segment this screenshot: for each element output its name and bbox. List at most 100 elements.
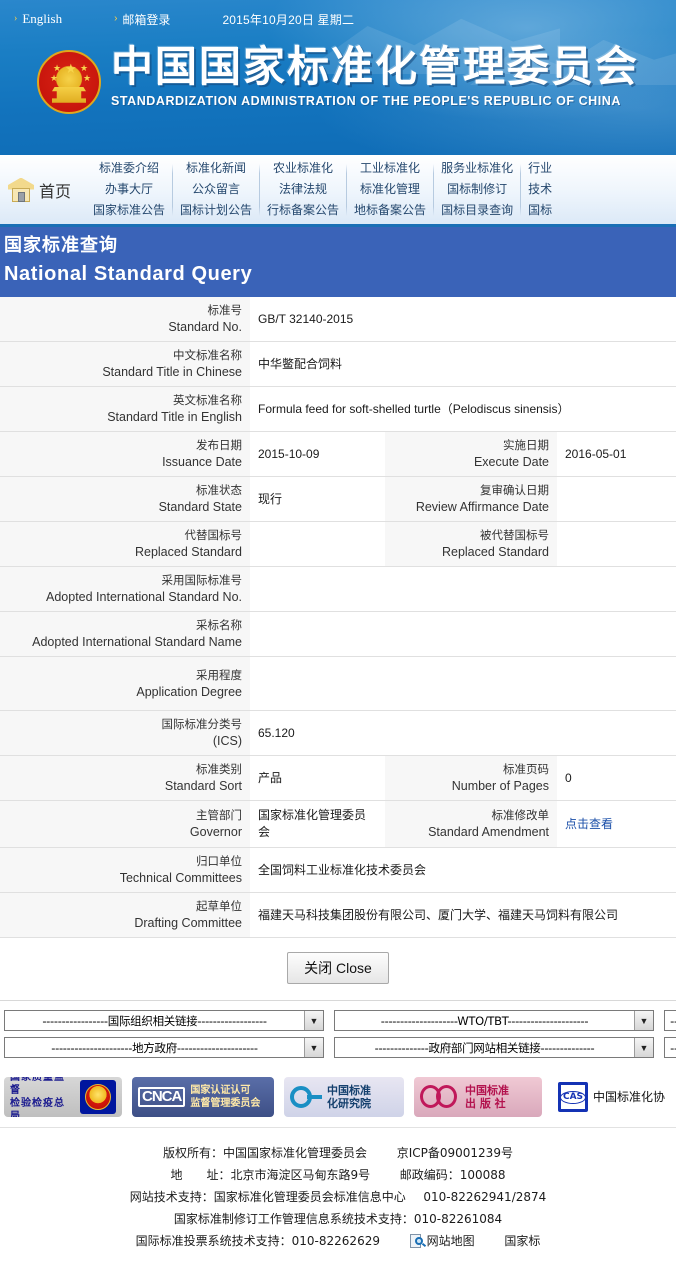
nav-column-2: 标准化新闻 公众留言 国标计划公告: [173, 161, 259, 218]
chevron-down-icon[interactable]: ▼: [304, 1038, 323, 1057]
nav-item[interactable]: 国家标准公告: [93, 203, 165, 218]
row-label-cn: 采用国际标准号: [161, 575, 243, 587]
row-label: 采标名称 Adopted International Standard Name: [0, 611, 250, 657]
nav-item[interactable]: 国标: [528, 203, 552, 218]
nav-item[interactable]: 标准化新闻: [186, 161, 246, 176]
row-label2-en: Standard Amendment: [428, 825, 549, 839]
row-label-en: (ICS): [212, 734, 242, 748]
close-button-area: 关闭 Close: [0, 938, 676, 1001]
table-row: 英文标准名称 Standard Title in English Formula…: [0, 386, 676, 432]
select-value: -----------------国际组织相关链接---------------…: [42, 1013, 267, 1028]
mail-login-link[interactable]: › 邮箱登录: [114, 11, 170, 28]
footer-copyright: 版权所有：中国国家标准化管理委员会: [163, 1146, 368, 1160]
standards-press-logo[interactable]: 中国标准 出 版 社: [414, 1077, 542, 1117]
select-local-government[interactable]: ---------------------地方政府---------------…: [4, 1037, 324, 1058]
row-label2-en: Execute Date: [473, 455, 549, 469]
nav-columns: 标准委介绍 办事大厅 国家标准公告 标准化新闻 公众留言 国标计划公告 农业标准…: [86, 161, 676, 218]
row-label-cn: 标准号: [207, 305, 243, 317]
row-label-en: Drafting Committee: [134, 916, 242, 930]
chevron-down-icon[interactable]: ▼: [634, 1011, 653, 1030]
top-utility-bar: › English › 邮箱登录 2015年10月20日 星期二: [0, 0, 676, 38]
chevron-down-icon[interactable]: ▼: [304, 1011, 323, 1030]
select-sixth-clipped[interactable]: --: [664, 1037, 676, 1058]
nav-item[interactable]: 服务业标准化: [441, 161, 513, 176]
home-icon: [8, 177, 34, 202]
table-row: 中文标准名称 Standard Title in Chinese 中华鳖配合饲料: [0, 341, 676, 387]
nav-item[interactable]: 农业标准化: [273, 161, 333, 176]
row-label2-en: Review Affirmance Date: [415, 500, 549, 514]
select-wto-tbt[interactable]: --------------------WTO/TBT-------------…: [334, 1010, 654, 1031]
nav-item[interactable]: 标准化管理: [360, 182, 420, 197]
aqsiq-emblem-icon: [80, 1080, 116, 1114]
row-label-2: 实施日期 Execute Date: [385, 431, 557, 477]
nav-item[interactable]: 国标计划公告: [180, 203, 252, 218]
standard-amendment-link[interactable]: 点击查看: [565, 817, 613, 831]
row-label-cn: 起草单位: [196, 901, 242, 913]
nav-item[interactable]: 国标制修订: [447, 182, 507, 197]
select-gov-dept-site-links[interactable]: --------------政府部门网站相关链接-------------- ▼: [334, 1037, 654, 1058]
row-label-cn: 标准状态: [196, 485, 242, 497]
row-value-2: 点击查看: [557, 800, 676, 848]
aqsiq-logo-line1: 国家质量监督: [10, 1077, 65, 1096]
nav-item[interactable]: 公众留言: [192, 182, 240, 197]
row-label-en: Adopted International Standard Name: [32, 635, 242, 649]
footer-vote-support: 国际标准投票系统技术支持：010-82262629: [135, 1234, 380, 1248]
nav-home-link[interactable]: 首页: [0, 177, 86, 202]
row-label-2: 被代替国标号 Replaced Standard: [385, 521, 557, 567]
row-value: 中华鳖配合饲料: [250, 341, 676, 387]
row-label2-cn: 标准修改单: [491, 810, 550, 822]
national-emblem-icon: ★ ★ ★ ★ ★: [36, 50, 101, 114]
page-title-cn: 国家标准查询: [4, 235, 118, 256]
row-label-en: Standard Title in Chinese: [102, 365, 242, 379]
select-row-2: ---------------------地方政府---------------…: [0, 1034, 676, 1061]
row-label-en: Replaced Standard: [134, 545, 242, 559]
arrow-right-icon: ›: [114, 13, 118, 24]
row-label-en: Standard Title in English: [107, 410, 242, 424]
row-label-en: Application Degree: [136, 684, 242, 699]
nav-item[interactable]: 标准委介绍: [99, 161, 159, 176]
sitemap-link[interactable]: 网站地图: [427, 1234, 475, 1248]
cnca-logo[interactable]: CNCA 国家认证认可 监督管理委员会: [132, 1077, 274, 1117]
footer-clipped-link[interactable]: 国家标: [504, 1234, 540, 1248]
select-international-org-links[interactable]: -----------------国际组织相关链接---------------…: [4, 1010, 324, 1031]
select-value: --: [670, 1040, 676, 1055]
page-title-banner: 国家标准查询 National Standard Query: [0, 227, 676, 297]
english-link[interactable]: › English: [14, 11, 62, 27]
select-third-clipped[interactable]: --: [664, 1010, 676, 1031]
row-label-cn: 发布日期: [196, 440, 242, 452]
row-value: [250, 611, 676, 657]
table-row: 标准类别 Standard Sort 产品 标准页码 Number of Pag…: [0, 755, 676, 801]
site-footer: 版权所有：中国国家标准化管理委员会 京ICP备09001239号 地 址：北京市…: [0, 1128, 676, 1282]
table-row: 国际标准分类号 (ICS) 65.120: [0, 710, 676, 756]
nav-item[interactable]: 国标目录查询: [441, 203, 513, 218]
arrow-right-icon: ›: [14, 13, 18, 24]
press-logo-line1: 中国标准: [465, 1084, 509, 1097]
standards-press-icon: [420, 1084, 460, 1110]
cnis-logo[interactable]: 中国标准 化研究院: [284, 1077, 404, 1117]
nav-item[interactable]: 地标备案公告: [354, 203, 426, 218]
row-value-2: [557, 476, 676, 522]
row-value: 现行: [250, 476, 385, 522]
table-row: 归口单位 Technical Committees 全国饲料工业标准化技术委员会: [0, 847, 676, 893]
row-label2-cn: 被代替国标号: [480, 530, 549, 542]
aqsiq-logo[interactable]: 国家质量监督 检验检疫总局: [4, 1077, 122, 1117]
chevron-down-icon[interactable]: ▼: [634, 1038, 653, 1057]
cnis-logo-line2: 化研究院: [327, 1097, 371, 1110]
nav-item[interactable]: 法律法规: [279, 182, 327, 197]
row-label-cn: 代替国标号: [184, 530, 243, 542]
footer-address: 地 址：北京市海淀区马甸东路9号: [170, 1168, 371, 1182]
cnca-mark: CNCA: [138, 1087, 186, 1107]
row-value: GB/T 32140-2015: [250, 297, 676, 342]
row-label2-en: Number of Pages: [451, 779, 549, 793]
cas-logo[interactable]: CAS 中国标准化协: [552, 1077, 676, 1117]
row-label-2: 复审确认日期 Review Affirmance Date: [385, 476, 557, 522]
nav-item[interactable]: 行标备案公告: [267, 203, 339, 218]
nav-item[interactable]: 行业: [528, 161, 552, 176]
cas-mark-icon: CAS: [558, 1082, 588, 1112]
select-value: --------------政府部门网站相关链接--------------: [374, 1040, 595, 1055]
nav-item[interactable]: 技术: [528, 182, 552, 197]
close-button[interactable]: 关闭 Close: [287, 952, 389, 984]
nav-item[interactable]: 办事大厅: [105, 182, 153, 197]
table-row: 主管部门 Governor 国家标准化管理委员会 标准修改单 Standard …: [0, 800, 676, 848]
nav-item[interactable]: 工业标准化: [360, 161, 420, 176]
